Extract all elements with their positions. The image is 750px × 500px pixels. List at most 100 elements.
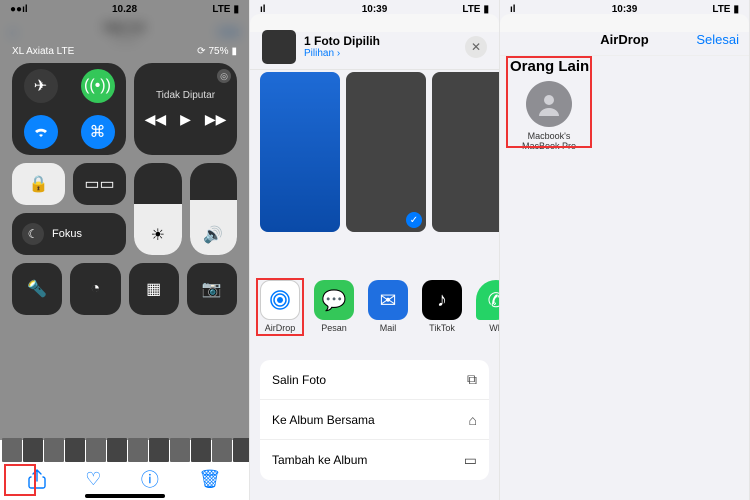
photo-scrubber[interactable] xyxy=(0,438,249,462)
panel-airdrop: ıl 10:39 LTE▮ AirDrop Selesai Orang Lain… xyxy=(500,0,750,500)
network-label: LTE xyxy=(462,4,480,15)
camera-button[interactable]: 📷 xyxy=(187,263,237,315)
airplane-toggle[interactable]: ✈ xyxy=(12,63,69,109)
add-album-action[interactable]: Tambah ke Album ▭ xyxy=(260,440,489,480)
status-bar: ●●ıl 10.28 LTE▮ xyxy=(0,0,249,18)
brightness-slider[interactable]: ☀ xyxy=(134,163,182,255)
network-label: LTE xyxy=(212,4,230,15)
status-time: 10:39 xyxy=(612,4,638,15)
speaker-icon: 🔊 xyxy=(203,225,223,245)
share-apps-row[interactable]: AirDrop 💬 Pesan ✉ Mail ♪ TikTok ✆ Wh xyxy=(260,280,499,350)
delete-button[interactable]: 🗑 xyxy=(198,469,221,490)
signal-icon: ●●ıl xyxy=(10,4,28,15)
action-label: Tambah ke Album xyxy=(272,453,367,467)
favorite-button[interactable]: ♡ xyxy=(85,469,101,490)
app-label: Wh xyxy=(489,323,499,333)
cellular-toggle[interactable]: ((•)) xyxy=(69,63,126,109)
airdrop-target[interactable]: Macbook's MacBook Pro xyxy=(510,81,588,151)
tiktok-icon: ♪ xyxy=(422,280,462,320)
screen-mirroring-button[interactable]: ▭▭ xyxy=(73,163,126,205)
airdrop-icon xyxy=(260,280,300,320)
avatar-icon xyxy=(526,81,572,127)
mirroring-icon: ▭▭ xyxy=(84,174,114,194)
media-title: Tidak Diputar xyxy=(156,90,215,101)
cc-carrier-label: XL Axiata LTE xyxy=(12,46,74,57)
media-module[interactable]: ◎ Tidak Diputar ◀◀ ▶ ▶▶ xyxy=(134,63,237,155)
status-time: 10:39 xyxy=(362,4,388,15)
check-icon: ✓ xyxy=(406,212,422,228)
cc-battery-label: 75% xyxy=(208,46,228,57)
orientation-lock-toggle[interactable]: 🔒 xyxy=(12,163,65,205)
preview-row[interactable]: ✓ xyxy=(260,72,499,232)
focus-button[interactable]: ☾ Fokus xyxy=(12,213,126,255)
signal-icon: ıl xyxy=(510,4,516,15)
shared-album-action[interactable]: Ke Album Bersama ⌂ xyxy=(260,400,489,440)
messages-icon: 💬 xyxy=(314,280,354,320)
airdrop-app[interactable]: AirDrop xyxy=(260,280,300,350)
whatsapp-app[interactable]: ✆ Wh xyxy=(476,280,499,350)
play-icon[interactable]: ▶ xyxy=(180,111,191,128)
connectivity-module: ✈ ((•)) ⌘ xyxy=(12,63,126,155)
timer-button[interactable]: ◔ xyxy=(70,263,120,315)
wifi-toggle[interactable] xyxy=(12,109,69,155)
app-label: Mail xyxy=(380,323,397,333)
options-button[interactable]: Pilihan › xyxy=(304,48,465,59)
close-button[interactable]: ✕ xyxy=(465,36,487,58)
close-icon: ✕ xyxy=(471,40,481,54)
header-thumbnail xyxy=(262,30,296,64)
battery-icon: ▮ xyxy=(733,4,739,15)
info-button[interactable]: ⓘ xyxy=(141,466,159,492)
signal-icon: ıl xyxy=(260,4,266,15)
sun-icon: ☀ xyxy=(151,225,165,245)
focus-label: Fokus xyxy=(52,228,82,240)
preview-item[interactable] xyxy=(260,72,340,232)
volume-slider[interactable]: 🔊 xyxy=(190,163,238,255)
bluetooth-icon: ⌘ xyxy=(90,122,106,142)
airdrop-header: AirDrop Selesai xyxy=(500,24,749,56)
done-button[interactable]: Selesai xyxy=(696,32,739,47)
preview-item[interactable]: ✓ xyxy=(346,72,426,232)
whatsapp-icon: ✆ xyxy=(476,280,499,320)
other-people-section: Orang Lain Macbook's MacBook Pro xyxy=(510,58,739,151)
battery-icon: ▮ xyxy=(483,4,489,15)
lock-rotation-icon: 🔒 xyxy=(29,174,49,194)
share-title: 1 Foto Dipilih xyxy=(304,34,465,48)
bluetooth-toggle[interactable]: ⌘ xyxy=(69,109,126,155)
wifi-icon xyxy=(33,126,49,138)
prev-track-icon[interactable]: ◀◀ xyxy=(145,111,167,128)
app-label: Pesan xyxy=(321,323,347,333)
flashlight-button[interactable]: 🔦 xyxy=(12,263,62,315)
panel-share-sheet: ıl 10:39 LTE▮ 1 Foto Dipilih Pilihan › ✕… xyxy=(250,0,500,500)
home-indicator[interactable] xyxy=(85,494,165,498)
share-sheet-header: 1 Foto Dipilih Pilihan › ✕ xyxy=(250,24,499,70)
airplane-icon: ✈ xyxy=(34,76,47,96)
app-label: TikTok xyxy=(429,323,455,333)
device-label: Macbook's MacBook Pro xyxy=(510,131,588,151)
chevron-right-icon: › xyxy=(337,48,340,59)
flashlight-icon: 🔦 xyxy=(27,279,47,299)
status-bar: ıl 10:39 LTE▮ xyxy=(500,0,749,18)
shared-album-icon: ⌂ xyxy=(469,412,477,428)
photos-toolbar: ♡ ⓘ 🗑 xyxy=(0,464,249,494)
panel-photos-control-center: ●●ıl 10.28 LTE▮ ‹ Hari ini 10.28 Edit XL… xyxy=(0,0,250,500)
tiktok-app[interactable]: ♪ TikTok xyxy=(422,280,462,350)
preview-item[interactable] xyxy=(432,72,499,232)
timer-icon: ◔ xyxy=(91,280,101,298)
battery-icon: ▮ xyxy=(233,4,239,15)
copy-photo-action[interactable]: Salin Foto ⧉ xyxy=(260,360,489,400)
actions-list: Salin Foto ⧉ Ke Album Bersama ⌂ Tambah k… xyxy=(260,360,489,480)
copy-icon: ⧉ xyxy=(467,371,477,388)
control-center: XL Axiata LTE ⟳ 75% ▮ ✈ ((•)) ⌘ ◎ Tidak … xyxy=(12,46,237,428)
next-track-icon[interactable]: ▶▶ xyxy=(205,111,227,128)
camera-icon: 📷 xyxy=(202,279,222,299)
airplay-icon[interactable]: ◎ xyxy=(217,69,231,83)
calculator-button[interactable]: ▦ xyxy=(129,263,179,315)
messages-app[interactable]: 💬 Pesan xyxy=(314,280,354,350)
status-bar: ıl 10:39 LTE▮ xyxy=(250,0,499,18)
mail-icon: ✉ xyxy=(368,280,408,320)
app-label: AirDrop xyxy=(265,323,296,333)
share-button[interactable] xyxy=(28,469,46,489)
album-icon: ▭ xyxy=(464,452,477,469)
airdrop-title: AirDrop xyxy=(600,32,648,47)
mail-app[interactable]: ✉ Mail xyxy=(368,280,408,350)
